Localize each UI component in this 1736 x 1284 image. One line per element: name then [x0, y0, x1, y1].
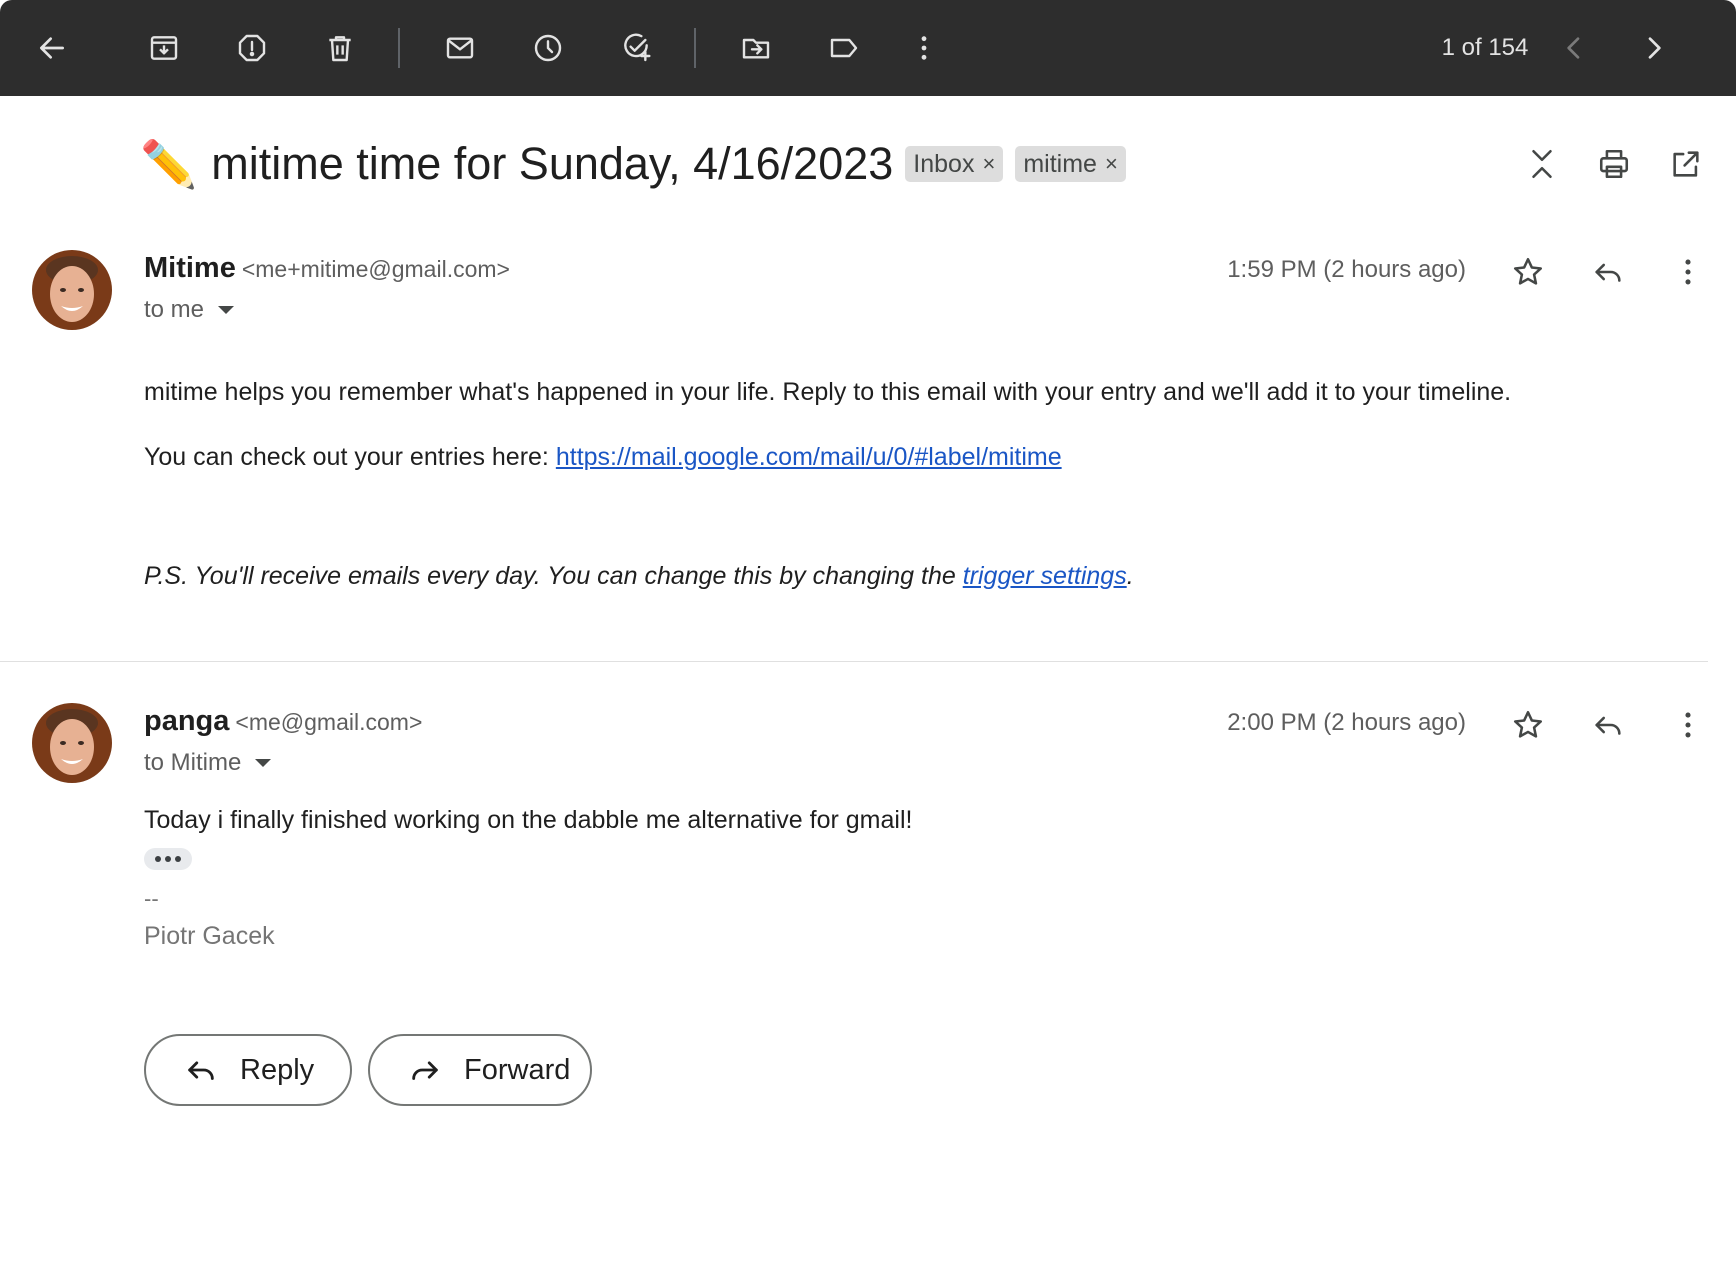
body-text: P.S. You'll receive emails every day. Yo…: [144, 562, 963, 590]
forward-button[interactable]: Forward: [368, 1034, 592, 1106]
dot: [175, 856, 181, 862]
star-icon[interactable]: [1504, 248, 1552, 296]
star-icon[interactable]: [1504, 701, 1552, 749]
sender-email: <me@gmail.com>: [235, 709, 423, 735]
recipient-text: to me: [144, 296, 205, 323]
message-time: 1:59 PM (2 hours ago): [1227, 256, 1466, 283]
reply-icon[interactable]: [1584, 248, 1632, 296]
message-divider: [0, 661, 1708, 662]
sender-name: Mitime: [144, 252, 236, 284]
forward-button-label: Forward: [464, 1053, 571, 1086]
remove-label-icon[interactable]: ×: [982, 151, 995, 177]
forward-icon: [412, 1061, 438, 1080]
back-arrow-icon[interactable]: [28, 24, 76, 72]
message-ps-line: P.S. You'll receive emails every day. Yo…: [144, 562, 1134, 591]
avatar[interactable]: [32, 703, 112, 783]
subject-row: ✏️ mitime time for Sunday, 4/16/2023 Inb…: [140, 128, 1126, 200]
dot: [165, 856, 171, 862]
label-chip-text: mitime: [1023, 149, 1097, 178]
archive-icon[interactable]: [140, 24, 188, 72]
add-task-icon[interactable]: [612, 24, 660, 72]
delete-icon[interactable]: [316, 24, 364, 72]
reply-button[interactable]: Reply: [144, 1034, 352, 1106]
label-chip-text: Inbox: [913, 149, 975, 178]
avatar[interactable]: [32, 250, 112, 330]
move-to-icon[interactable]: [732, 24, 780, 72]
label-icon[interactable]: [820, 24, 868, 72]
pencil-emoji: ✏️: [140, 138, 198, 190]
entries-link[interactable]: https://mail.google.com/mail/u/0/#label/…: [556, 443, 1062, 471]
sender-email: <me+mitime@gmail.com>: [241, 256, 510, 282]
newer-chevron-left-icon[interactable]: [1550, 24, 1598, 72]
more-vert-icon[interactable]: [1664, 248, 1712, 296]
print-icon[interactable]: [1590, 140, 1638, 188]
collapse-all-icon[interactable]: [1518, 140, 1566, 188]
recipient-text: to Mitime: [144, 749, 242, 776]
dot: [155, 856, 161, 862]
body-text: .: [1126, 562, 1134, 590]
thread-toolbar: 1 of 154: [0, 0, 1736, 96]
report-spam-icon[interactable]: [228, 24, 276, 72]
show-trimmed-content-button[interactable]: [144, 848, 192, 870]
sender-line: panga <me@gmail.com>: [144, 705, 422, 738]
message-time: 2:00 PM (2 hours ago): [1227, 709, 1466, 736]
recipient-details-toggle[interactable]: to me: [144, 296, 235, 324]
message-body-line: You can check out your entries here: htt…: [144, 443, 1062, 472]
reply-icon[interactable]: [1584, 701, 1632, 749]
subject-title: mitime time for Sunday, 4/16/2023: [211, 138, 894, 189]
more-vert-icon[interactable]: [900, 24, 948, 72]
message-body-line: mitime helps you remember what's happene…: [144, 378, 1512, 406]
reply-button-label: Reply: [240, 1053, 315, 1086]
recipient-details-toggle[interactable]: to Mitime: [144, 749, 272, 777]
caret-down-icon: [255, 759, 272, 767]
signature-name: Piotr Gacek: [144, 922, 275, 950]
open-new-window-icon[interactable]: [1662, 140, 1710, 188]
reply-icon: [188, 1061, 214, 1080]
pagination-count: 1 of 154: [1441, 34, 1529, 61]
older-chevron-right-icon[interactable]: [1630, 24, 1678, 72]
sender-name: panga: [144, 705, 230, 737]
sender-line: Mitime <me+mitime@gmail.com>: [144, 252, 510, 285]
toolbar-divider: [694, 28, 696, 68]
toolbar-divider: [398, 28, 400, 68]
caret-down-icon: [218, 306, 235, 314]
signature-separator: --: [144, 886, 159, 911]
trigger-settings-link[interactable]: trigger settings: [963, 562, 1127, 590]
more-vert-icon[interactable]: [1664, 701, 1712, 749]
remove-label-icon[interactable]: ×: [1105, 151, 1118, 177]
mark-unread-icon[interactable]: [436, 24, 484, 72]
label-chip-inbox[interactable]: Inbox ×: [905, 146, 1004, 182]
snooze-icon[interactable]: [524, 24, 572, 72]
message-body-line: Today i finally finished working on the …: [144, 806, 913, 834]
label-chip-mitime[interactable]: mitime ×: [1015, 146, 1126, 182]
body-text: You can check out your entries here:: [144, 443, 556, 471]
